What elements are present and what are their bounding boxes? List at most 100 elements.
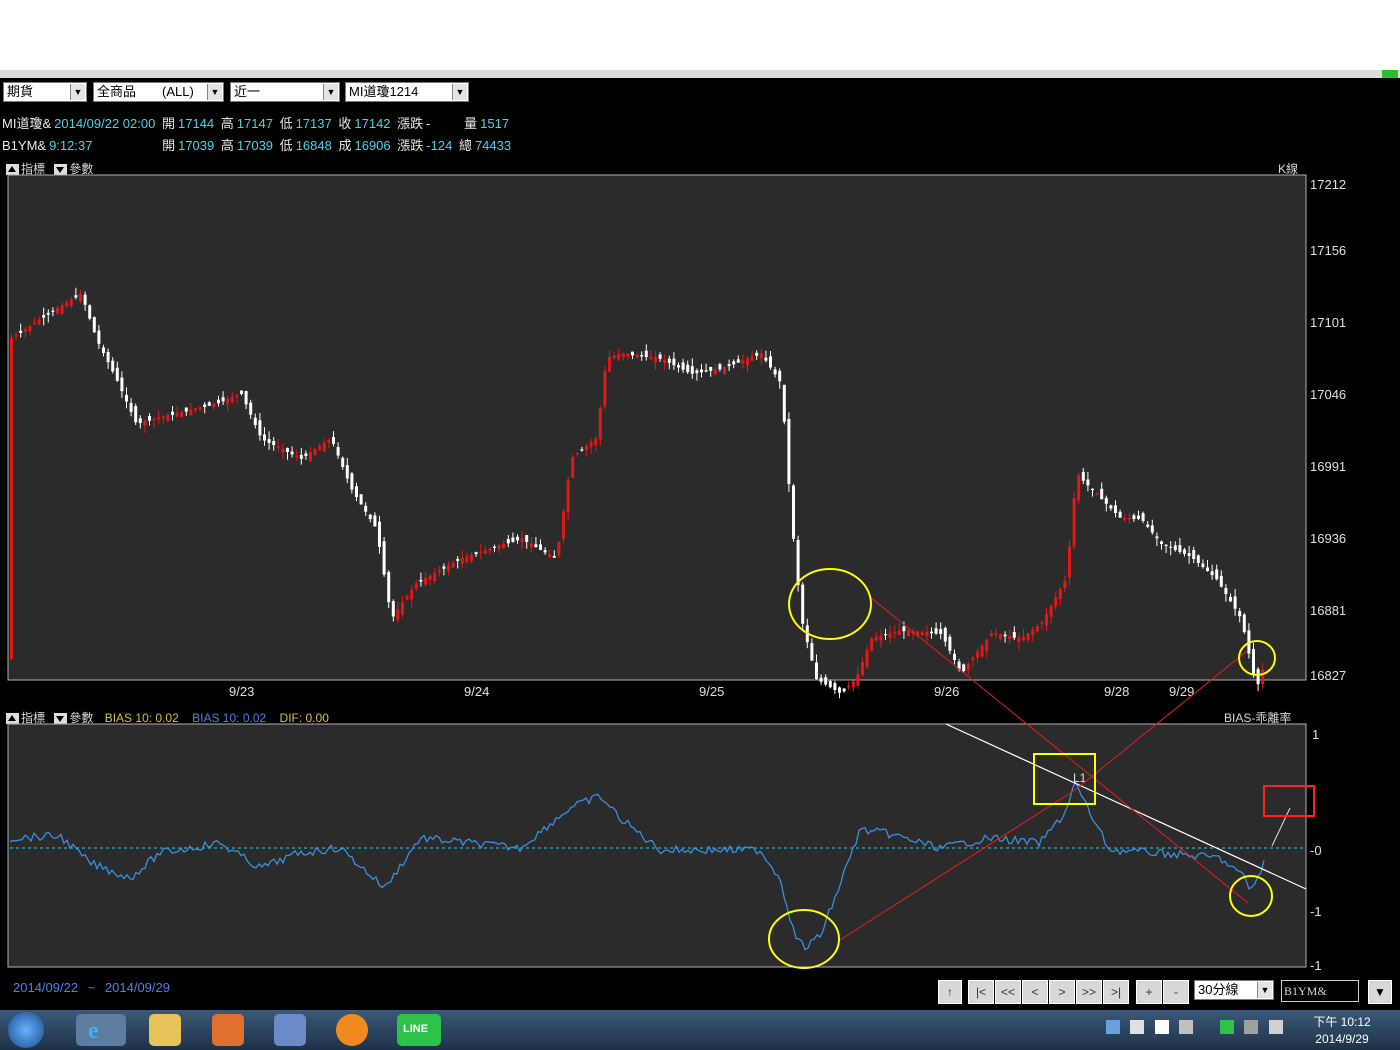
back-button[interactable]: < — [1022, 980, 1048, 1004]
candle-body — [258, 420, 262, 436]
candle-body — [396, 609, 400, 621]
line-tray-icon[interactable] — [1219, 1020, 1234, 1034]
candle-body — [143, 420, 147, 426]
ime-icon[interactable] — [1130, 1020, 1145, 1034]
candle-body — [746, 358, 749, 366]
last-button[interactable]: >| — [1103, 980, 1129, 1004]
range-start: 2014/09/22 — [13, 980, 79, 995]
candle-body — [971, 657, 975, 660]
candle-body — [235, 394, 239, 397]
fast-forward-button[interactable]: >> — [1076, 980, 1102, 1004]
candle-body — [828, 680, 832, 688]
candle-body — [419, 579, 423, 582]
candle-body — [405, 596, 409, 600]
symbol-dropdown-icon[interactable]: ▼ — [1368, 980, 1392, 1004]
candle-body — [1210, 571, 1214, 576]
candle-body — [88, 305, 92, 319]
candle-body — [824, 677, 828, 685]
candle-body — [318, 445, 322, 451]
candle-body — [65, 302, 69, 307]
candle-body — [345, 465, 349, 479]
candle-body — [810, 643, 814, 661]
symbol-input[interactable]: B1YM& — [1281, 980, 1359, 1002]
candle-body — [700, 369, 703, 373]
chat-app-icon[interactable] — [336, 1014, 368, 1046]
date-range: 2014/09/22 ~ 2014/09/29 — [13, 980, 170, 995]
candle-body — [1215, 569, 1219, 580]
candle-body — [51, 310, 55, 312]
candle-body — [1229, 596, 1232, 602]
candle-body — [74, 295, 78, 298]
tray-icon[interactable] — [1154, 1020, 1169, 1034]
candle-body — [1035, 626, 1039, 632]
candle-body — [157, 417, 161, 420]
candle-body — [902, 626, 906, 632]
candle-body — [1100, 488, 1104, 500]
first-button[interactable]: |< — [968, 980, 994, 1004]
tray-icon[interactable] — [1106, 1020, 1120, 1034]
candle-body — [1169, 546, 1173, 548]
candle-body — [470, 554, 473, 562]
candle-body — [286, 448, 289, 452]
tray-icon[interactable] — [1179, 1020, 1194, 1034]
candle-body — [543, 550, 547, 553]
candle-body — [612, 355, 616, 358]
system-tray — [1106, 1020, 1286, 1040]
candle-body — [736, 359, 740, 363]
candle-body — [1219, 575, 1223, 587]
candle-body — [1026, 633, 1030, 641]
candle-body — [364, 505, 368, 512]
interval-select[interactable]: 30分線 ▼ — [1194, 980, 1274, 1000]
candle-body — [10, 338, 13, 659]
candle-body — [198, 407, 202, 410]
candle-body — [92, 317, 96, 333]
candle-body — [562, 511, 565, 539]
zoom-in-button[interactable]: + — [1136, 980, 1162, 1004]
forward-button[interactable]: > — [1049, 980, 1075, 1004]
candle-body — [1017, 637, 1021, 643]
candle-body — [1109, 505, 1113, 509]
candle-body — [148, 415, 151, 421]
candle-body — [465, 556, 469, 563]
candle-body — [488, 548, 492, 551]
candle-body — [966, 663, 970, 671]
ie-icon[interactable]: e — [76, 1014, 126, 1046]
candle-body — [387, 572, 391, 603]
candle-body — [1091, 488, 1094, 490]
candle-body — [401, 602, 404, 615]
candle-body — [171, 411, 174, 415]
media-player-icon[interactable] — [212, 1014, 244, 1046]
volume-icon[interactable] — [1268, 1020, 1283, 1034]
candle-body — [953, 653, 956, 660]
candle-body — [19, 330, 23, 333]
dropdown-arrow-icon[interactable]: ▼ — [1257, 982, 1272, 998]
candle-body — [589, 442, 593, 447]
candle-body — [1178, 544, 1182, 552]
candle-body — [1146, 524, 1150, 527]
scroll-up-button[interactable]: ↑ — [938, 980, 962, 1004]
network-icon[interactable] — [1244, 1020, 1259, 1034]
line-icon[interactable]: LINE — [397, 1014, 441, 1046]
range-end: 2014/09/29 — [104, 980, 170, 995]
candle-body — [649, 356, 653, 360]
candle-body — [1077, 475, 1081, 501]
candle-body — [295, 455, 299, 457]
zoom-out-button[interactable]: - — [1163, 980, 1189, 1004]
candle-body — [451, 562, 455, 568]
fast-back-button[interactable]: << — [995, 980, 1021, 1004]
candle-body — [391, 601, 395, 617]
interval-value: 30分線 — [1198, 982, 1239, 997]
candle-body — [102, 347, 105, 353]
clock[interactable]: 下午 10:12 2014/9/29 — [1306, 1013, 1378, 1046]
app-icon[interactable] — [274, 1014, 306, 1046]
candle-body — [276, 446, 280, 448]
candle-body — [874, 636, 878, 641]
candle-body — [999, 634, 1002, 639]
resize-grip — [1382, 70, 1398, 78]
folder-icon[interactable] — [149, 1014, 181, 1046]
candle-body — [42, 315, 46, 318]
candle-body — [28, 325, 32, 332]
candle-body — [1063, 580, 1067, 589]
candle-body — [1201, 563, 1205, 568]
start-button-icon[interactable] — [8, 1012, 44, 1048]
